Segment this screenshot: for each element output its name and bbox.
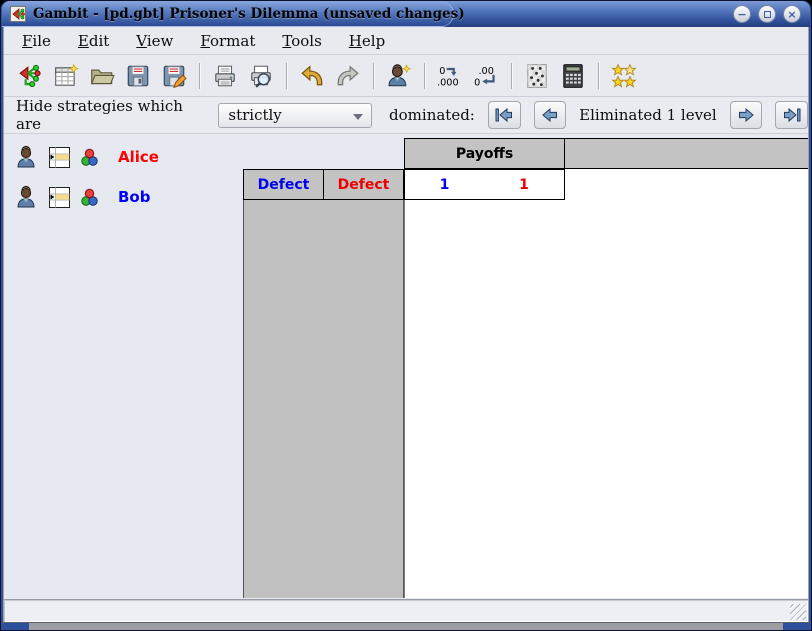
dominated-label: dominated: xyxy=(389,106,475,124)
gambit-logo-icon xyxy=(10,6,26,22)
payoffs-header-cell: Payoffs xyxy=(404,138,565,169)
elimination-status: Eliminated 1 level xyxy=(579,106,717,124)
print-preview-button[interactable] xyxy=(246,60,276,92)
menu-view[interactable]: View xyxy=(136,32,173,50)
player-color-icon[interactable] xyxy=(80,188,99,207)
decrease-decimals-icon: .00 0 xyxy=(472,63,500,89)
menu-file[interactable]: File xyxy=(22,32,51,50)
menu-help[interactable]: Help xyxy=(349,32,385,50)
nash-stars-icon xyxy=(611,63,637,89)
minimize-button[interactable]: − xyxy=(733,5,751,23)
arrow-left-icon xyxy=(540,107,560,123)
new-table-game-button[interactable] xyxy=(51,60,81,92)
menu-format[interactable]: Format xyxy=(200,32,255,50)
toolbar-separator xyxy=(511,63,512,89)
menu-tools[interactable]: Tools xyxy=(282,32,321,50)
frame-corner-right xyxy=(783,623,811,630)
dominance-toolbar: Hide strategies which are strictly domin… xyxy=(4,97,808,134)
save-as-icon xyxy=(161,63,187,89)
payoff-cell-2[interactable]: 1 xyxy=(484,169,565,200)
print-button[interactable] xyxy=(210,60,240,92)
game-tree-icon xyxy=(17,63,43,89)
calculator-icon xyxy=(561,63,585,89)
random-grid-icon xyxy=(525,63,549,89)
window-title: Gambit - [pd.gbt] Prisoner's Dilemma (un… xyxy=(33,1,465,27)
svg-text:.00: .00 xyxy=(478,65,493,76)
hide-strategies-label: Hide strategies which are xyxy=(16,97,204,133)
toolbar-separator xyxy=(199,63,200,89)
toolbar-separator xyxy=(286,63,287,89)
dropdown-value: strictly xyxy=(228,106,281,124)
redo-button[interactable] xyxy=(333,60,363,92)
new-table-icon xyxy=(53,63,79,89)
menu-edit[interactable]: Edit xyxy=(78,32,109,50)
gambit-window: Gambit - [pd.gbt] Prisoner's Dilemma (un… xyxy=(0,0,812,631)
row-strategy-icon[interactable] xyxy=(46,186,71,209)
player-color-icon[interactable] xyxy=(80,148,99,167)
window-frame-bottom xyxy=(1,622,811,630)
frame-bottom-middle xyxy=(29,623,783,630)
player-name-alice[interactable]: Alice xyxy=(118,148,159,166)
add-player-button[interactable] xyxy=(384,60,414,92)
printer-icon xyxy=(212,63,238,89)
decrease-decimals-button[interactable]: .00 0 xyxy=(471,60,501,92)
save-file-button[interactable] xyxy=(123,60,153,92)
compute-nash-button[interactable] xyxy=(609,60,639,92)
menu-bar: File Edit View Format Tools Help xyxy=(4,27,808,55)
player-row-bob: Bob xyxy=(15,184,150,210)
open-folder-icon xyxy=(89,63,115,89)
resize-grip[interactable] xyxy=(790,604,806,620)
first-level-button[interactable] xyxy=(488,101,521,129)
save-floppy-icon xyxy=(125,63,151,89)
svg-text:0: 0 xyxy=(474,77,480,88)
frame-corner-left xyxy=(1,623,29,630)
print-preview-icon xyxy=(248,63,274,89)
increase-decimals-button[interactable]: 0 .000 xyxy=(435,60,465,92)
row-label-column xyxy=(243,199,404,598)
game-panel: Alice xyxy=(4,134,808,598)
toolbar: 0 .000 .00 0 xyxy=(4,55,808,97)
previous-level-button[interactable] xyxy=(534,101,567,129)
last-level-button[interactable] xyxy=(775,101,808,129)
add-player-icon xyxy=(386,63,412,89)
player-name-bob[interactable]: Bob xyxy=(118,188,150,206)
compute-values-button[interactable] xyxy=(558,60,588,92)
close-button[interactable]: × xyxy=(783,5,801,23)
increase-decimals-icon: 0 .000 xyxy=(436,63,464,89)
title-bar[interactable]: Gambit - [pd.gbt] Prisoner's Dilemma (un… xyxy=(2,1,810,27)
save-as-button[interactable] xyxy=(159,60,189,92)
header-filler-cell xyxy=(564,138,808,169)
row-strategy-icon[interactable] xyxy=(46,146,71,169)
payoff-cell-1[interactable]: 1 xyxy=(404,169,485,200)
row-strategy-cell-2[interactable]: Defect xyxy=(323,169,404,200)
arrow-last-icon xyxy=(782,107,802,123)
redo-icon xyxy=(335,63,361,89)
toolbar-separator xyxy=(373,63,374,89)
row-strategy-cell-1[interactable]: Defect xyxy=(243,169,324,200)
player-icon[interactable] xyxy=(15,185,37,209)
next-level-button[interactable] xyxy=(730,101,763,129)
player-icon[interactable] xyxy=(15,145,37,169)
maximize-button[interactable] xyxy=(758,5,776,23)
new-tree-game-button[interactable] xyxy=(15,60,45,92)
chevron-down-icon xyxy=(353,114,363,120)
undo-button[interactable] xyxy=(297,60,327,92)
maximize-icon xyxy=(764,11,771,18)
arrow-right-icon xyxy=(736,107,756,123)
randomize-payoffs-button[interactable] xyxy=(522,60,552,92)
dominance-mode-dropdown[interactable]: strictly xyxy=(218,103,372,128)
player-row-alice: Alice xyxy=(15,144,159,170)
svg-text:.000: .000 xyxy=(437,77,459,88)
toolbar-separator xyxy=(424,63,425,89)
svg-text:0: 0 xyxy=(439,65,445,76)
status-bar xyxy=(4,599,808,622)
open-file-button[interactable] xyxy=(87,60,117,92)
toolbar-separator xyxy=(598,63,599,89)
undo-icon xyxy=(299,63,325,89)
arrow-first-icon xyxy=(494,107,514,123)
table-body xyxy=(404,168,808,598)
